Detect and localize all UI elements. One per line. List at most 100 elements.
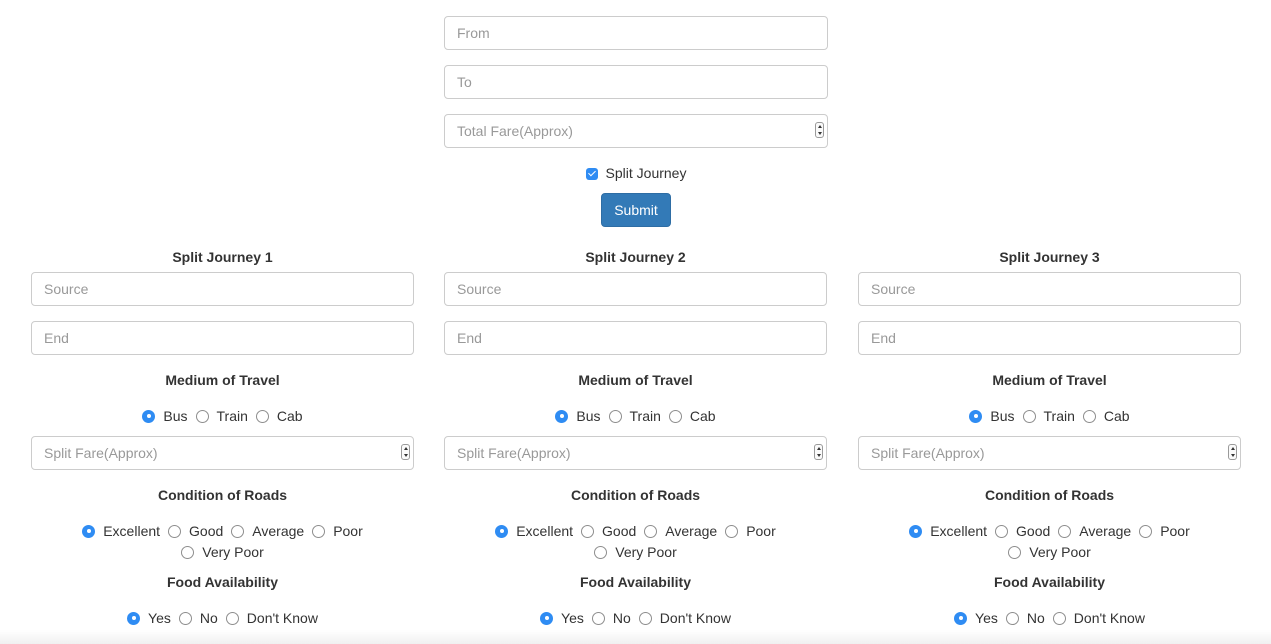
end-input[interactable]: [444, 321, 827, 355]
medium-option[interactable]: Bus: [969, 407, 1015, 425]
road-option[interactable]: Excellent: [495, 522, 573, 540]
radio-button[interactable]: [555, 409, 569, 423]
radio-button[interactable]: [127, 611, 141, 625]
road-option[interactable]: Good: [168, 522, 223, 540]
food-options: Yes No Don't Know: [444, 609, 827, 627]
food-option[interactable]: Don't Know: [1052, 609, 1145, 627]
road-option[interactable]: Very Poor: [181, 543, 264, 561]
road-option[interactable]: Poor: [312, 522, 363, 540]
stepper-icon[interactable]: [401, 444, 410, 460]
radio-button[interactable]: [142, 409, 156, 423]
split-journey-toggle[interactable]: Split Journey: [444, 164, 828, 182]
radio-button[interactable]: [995, 524, 1009, 538]
radio-button[interactable]: [225, 611, 239, 625]
road-option[interactable]: Very Poor: [1008, 543, 1091, 561]
food-option[interactable]: No: [178, 609, 218, 627]
split-fare-field: [31, 436, 414, 470]
radio-button[interactable]: [725, 524, 739, 538]
food-options: Yes No Don't Know: [858, 609, 1241, 627]
road-option[interactable]: Poor: [725, 522, 776, 540]
food-option[interactable]: Yes: [127, 609, 171, 627]
medium-option[interactable]: Train: [1022, 407, 1075, 425]
end-input[interactable]: [31, 321, 414, 355]
road-option[interactable]: Poor: [1139, 522, 1190, 540]
radio-button[interactable]: [594, 545, 608, 559]
radio-button[interactable]: [178, 611, 192, 625]
submit-button[interactable]: Submit: [601, 193, 671, 227]
radio-button[interactable]: [255, 409, 269, 423]
radio-button[interactable]: [1139, 524, 1153, 538]
medium-option[interactable]: Cab: [1082, 407, 1130, 425]
stepper-icon[interactable]: [1228, 444, 1237, 460]
road-option[interactable]: Average: [231, 522, 304, 540]
radio-label: Cab: [276, 408, 303, 424]
split-journey-title: Split Journey 2: [585, 249, 686, 265]
stepper-icon[interactable]: [815, 122, 824, 138]
road-option[interactable]: Average: [644, 522, 717, 540]
food-option[interactable]: No: [591, 609, 631, 627]
radio-button[interactable]: [969, 409, 983, 423]
radio-button[interactable]: [495, 524, 509, 538]
medium-options: Bus Train Cab: [444, 407, 827, 425]
road-option[interactable]: Average: [1058, 522, 1131, 540]
radio-button[interactable]: [1082, 409, 1096, 423]
total-fare-input[interactable]: [444, 114, 828, 148]
radio-button[interactable]: [608, 409, 622, 423]
to-input[interactable]: [444, 65, 828, 99]
radio-label: No: [612, 610, 631, 626]
split-journey-checkbox[interactable]: [585, 168, 598, 181]
food-option[interactable]: Don't Know: [638, 609, 731, 627]
radio-label: Good: [189, 523, 224, 539]
radio-button[interactable]: [231, 524, 245, 538]
road-options: Excellent Good Average Poor: [444, 522, 827, 540]
radio-label: Don't Know: [246, 610, 318, 626]
food-option[interactable]: Yes: [954, 609, 998, 627]
radio-button[interactable]: [954, 611, 968, 625]
medium-option[interactable]: Cab: [255, 407, 303, 425]
source-input[interactable]: [31, 272, 414, 306]
radio-button[interactable]: [312, 524, 326, 538]
radio-button[interactable]: [581, 524, 595, 538]
split-fare-input[interactable]: [858, 436, 1241, 470]
radio-button[interactable]: [1052, 611, 1066, 625]
radio-label: Train: [216, 408, 248, 424]
from-input[interactable]: [444, 16, 828, 50]
medium-option[interactable]: Train: [608, 407, 661, 425]
road-option[interactable]: Good: [995, 522, 1050, 540]
radio-button[interactable]: [644, 524, 658, 538]
radio-button[interactable]: [591, 611, 605, 625]
radio-button[interactable]: [668, 409, 682, 423]
food-option[interactable]: Yes: [540, 609, 584, 627]
food-option[interactable]: No: [1005, 609, 1045, 627]
radio-button[interactable]: [195, 409, 209, 423]
radio-button[interactable]: [1022, 409, 1036, 423]
split-fare-field: [444, 436, 827, 470]
source-input[interactable]: [444, 272, 827, 306]
road-option[interactable]: Very Poor: [594, 543, 677, 561]
road-option[interactable]: Good: [581, 522, 636, 540]
radio-label: Very Poor: [1029, 544, 1091, 560]
radio-button[interactable]: [909, 524, 923, 538]
end-input[interactable]: [858, 321, 1241, 355]
split-fare-input[interactable]: [31, 436, 414, 470]
radio-label: Yes: [561, 610, 584, 626]
radio-button[interactable]: [638, 611, 652, 625]
stepper-icon[interactable]: [814, 444, 823, 460]
split-fare-input[interactable]: [444, 436, 827, 470]
medium-option[interactable]: Train: [195, 407, 248, 425]
radio-button[interactable]: [1008, 545, 1022, 559]
radio-button[interactable]: [168, 524, 182, 538]
radio-button[interactable]: [1005, 611, 1019, 625]
road-option[interactable]: Excellent: [909, 522, 987, 540]
medium-option[interactable]: Bus: [142, 407, 188, 425]
radio-button[interactable]: [82, 524, 96, 538]
food-option[interactable]: Don't Know: [225, 609, 318, 627]
radio-button[interactable]: [1058, 524, 1072, 538]
radio-button[interactable]: [181, 545, 195, 559]
road-option[interactable]: Excellent: [82, 522, 160, 540]
source-input[interactable]: [858, 272, 1241, 306]
medium-option[interactable]: Bus: [555, 407, 601, 425]
radio-label: Average: [1079, 523, 1132, 539]
radio-button[interactable]: [540, 611, 554, 625]
medium-option[interactable]: Cab: [668, 407, 716, 425]
